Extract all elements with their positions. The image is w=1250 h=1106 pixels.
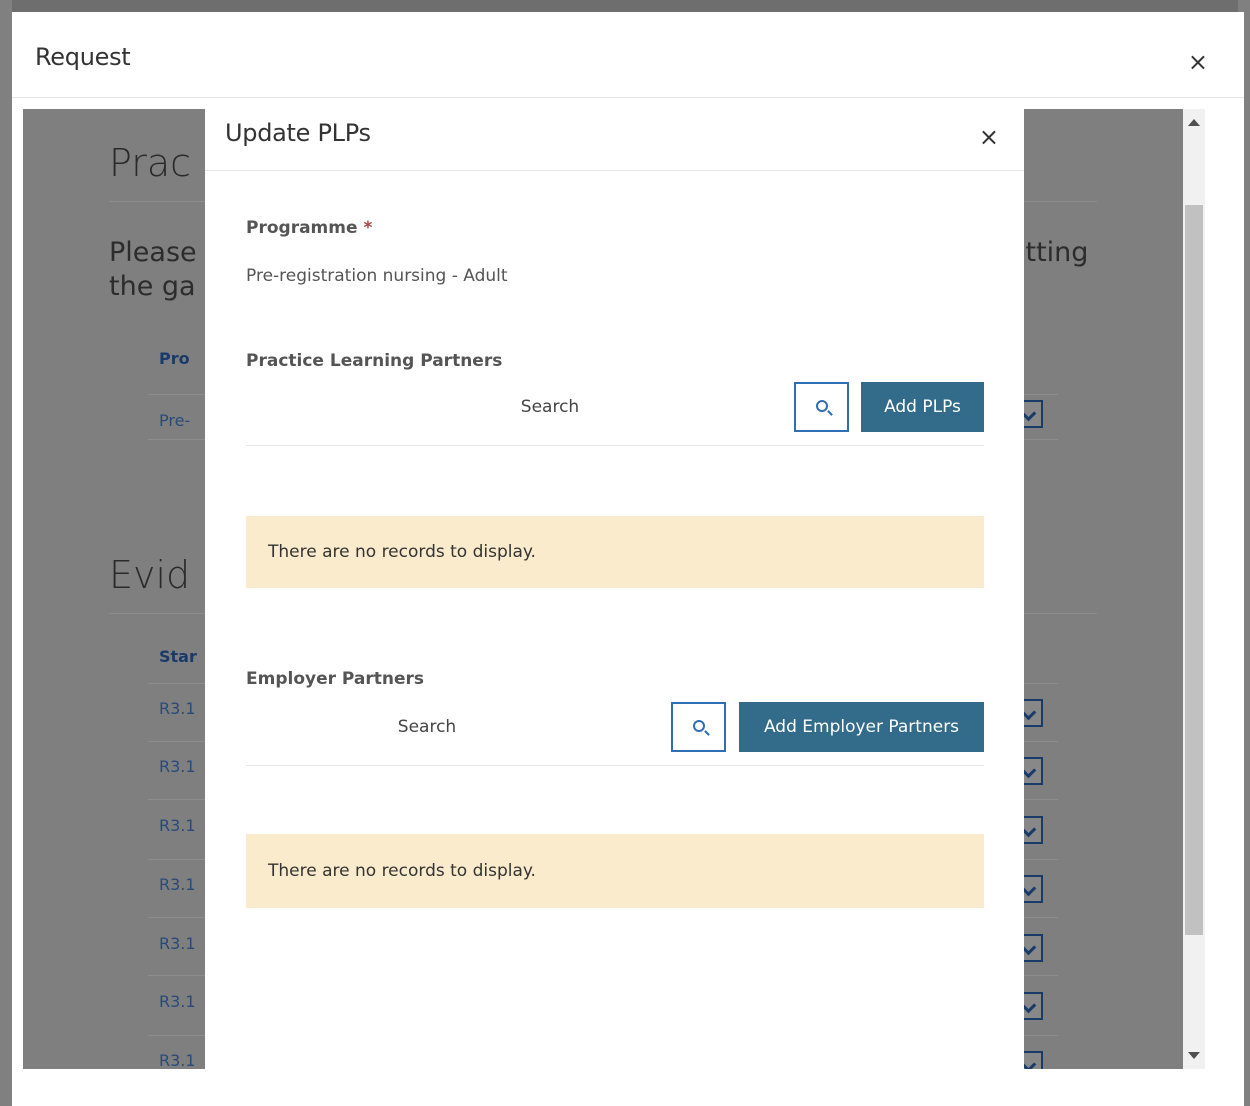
background-heading: Evid: [109, 553, 191, 597]
background-table-header: Pro: [159, 349, 190, 368]
background-table-cell: R3.1: [159, 992, 196, 1011]
scrollbar-thumb[interactable]: [1185, 205, 1203, 935]
background-table-cell: Pre-: [159, 411, 191, 430]
required-marker: *: [363, 218, 373, 238]
background-paragraph: Please: [109, 237, 197, 268]
close-icon[interactable]: ×: [1188, 50, 1208, 74]
scroll-down-arrow-icon[interactable]: [1188, 1052, 1200, 1059]
close-icon[interactable]: ×: [979, 125, 999, 149]
scrollbar[interactable]: [1183, 109, 1205, 1069]
update-plps-header: Update PLPs ×: [205, 109, 1024, 171]
employer-search-button[interactable]: [671, 702, 726, 752]
programme-label-text: Programme: [246, 218, 358, 238]
background-table-cell: R3.1: [159, 699, 196, 718]
background-table-cell: R3.1: [159, 934, 196, 953]
backdrop-left: [0, 0, 12, 1106]
programme-label: Programme *: [246, 218, 372, 238]
background-heading: Prac: [109, 141, 192, 185]
background-table-cell: R3.1: [159, 816, 196, 835]
background-table-cell: R3.1: [159, 1051, 196, 1069]
plp-section-label: Practice Learning Partners: [246, 351, 503, 371]
search-icon: [693, 720, 705, 732]
background-table-cell: R3.1: [159, 875, 196, 894]
update-plps-modal: Update PLPs × Programme * Pre-registrati…: [205, 109, 1024, 1069]
add-plps-button[interactable]: Add PLPs: [861, 382, 984, 432]
background-table-header: Star: [159, 647, 197, 666]
plp-search-button[interactable]: [794, 382, 849, 432]
employer-section-label: Employer Partners: [246, 669, 425, 689]
background-paragraph: the ga: [109, 271, 196, 302]
employer-search-row: Add Employer Partners: [246, 702, 984, 766]
background-table-cell: R3.1: [159, 757, 196, 776]
programme-value: Pre-registration nursing - Adult: [246, 266, 508, 286]
plp-empty-notice: There are no records to display.: [246, 516, 984, 588]
employer-search-input[interactable]: [246, 702, 608, 752]
employer-empty-notice: There are no records to display.: [246, 834, 984, 908]
update-plps-title: Update PLPs: [225, 119, 371, 147]
backdrop-top: [0, 0, 1250, 12]
background-paragraph-right: itting: [1018, 237, 1089, 268]
request-modal-header: Request ×: [12, 12, 1244, 98]
plp-search-input[interactable]: [246, 382, 854, 432]
search-icon: [816, 400, 828, 412]
add-employer-partners-button[interactable]: Add Employer Partners: [739, 702, 984, 752]
request-modal-title: Request: [35, 43, 131, 71]
scroll-up-arrow-icon[interactable]: [1188, 119, 1200, 126]
plp-search-row: Add PLPs: [246, 382, 984, 446]
